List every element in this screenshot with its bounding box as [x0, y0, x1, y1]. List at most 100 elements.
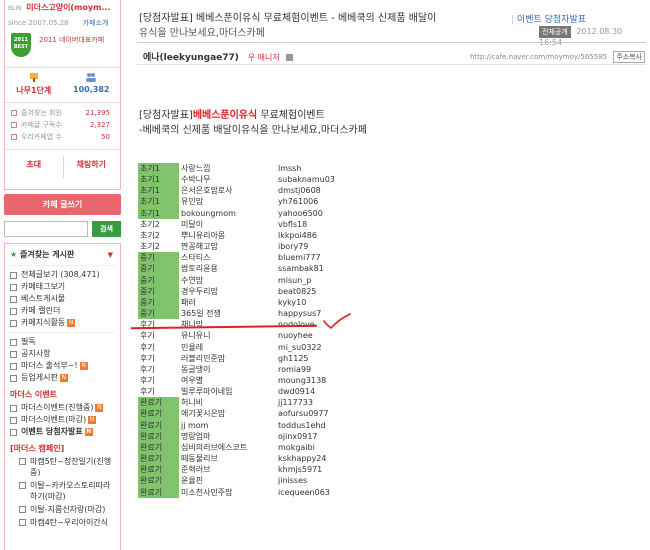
- stats-row: 나무1단계 100,382: [5, 67, 120, 103]
- level-value: 나무1단계: [16, 86, 52, 95]
- post-url[interactable]: http://cafe.naver.com/moymoy/565595: [470, 53, 607, 61]
- winner-id: dwd0914: [278, 387, 316, 397]
- board-item[interactable]: 카페지식활동 N: [10, 317, 115, 329]
- board-icon: [10, 339, 17, 346]
- meta-label: 우리카페앱 수: [21, 133, 62, 141]
- winner-row: 중기 수연맘 misun_p: [138, 274, 366, 286]
- board-item[interactable]: 마더스 출석부~! N: [10, 360, 115, 372]
- meta-value: 21,395: [85, 109, 111, 117]
- winner-group: 초기1: [138, 163, 179, 175]
- profile-icon[interactable]: [285, 54, 293, 61]
- campaign-item[interactable]: 마캠5탄~청찬일기(진행중): [10, 456, 115, 478]
- board-item[interactable]: 전체글보기 (308,471): [10, 269, 115, 281]
- winner-row: 완료기 윤율핀 jinisses: [138, 475, 366, 487]
- board-item[interactable]: 이벤트 당첨자발표 N: [10, 426, 115, 438]
- winner-nickname: 스타티스: [181, 253, 211, 263]
- winner-id: aofursu0977: [278, 409, 329, 419]
- winner-id: toddus1ehd: [278, 420, 326, 430]
- winner-nickname: 민율레: [181, 342, 204, 352]
- board-item[interactable]: 필독: [10, 336, 115, 348]
- winner-group: 중기: [138, 308, 179, 320]
- winner-group: 완료기: [138, 397, 179, 409]
- chevron-down-icon[interactable]: ▼: [108, 248, 113, 262]
- winner-group: 후기: [140, 364, 155, 374]
- winner-id: ssambak81: [278, 264, 324, 274]
- winner-row: 완료기 준혁러브 khmjs5971: [138, 464, 366, 476]
- winner-row: 후기 여우별 moung3138: [138, 375, 366, 386]
- author-nick[interactable]: 에나(leekyungae77): [143, 53, 239, 63]
- board-item-label: 이벤트 당첨자발표: [21, 427, 83, 436]
- board-item[interactable]: 공지사항: [10, 348, 115, 360]
- winner-nickname: 허니비: [181, 398, 204, 408]
- board-item[interactable]: 카페태그보기: [10, 281, 115, 293]
- new-badge-icon: N: [88, 415, 97, 424]
- cafe-name[interactable]: 미더스고양이(moym...: [26, 3, 110, 12]
- winner-group: 중기: [138, 296, 179, 309]
- winner-id: dmstj0608: [278, 186, 321, 196]
- star-icon: ★: [10, 250, 18, 259]
- search-button[interactable]: 검색: [92, 221, 121, 237]
- invite-button[interactable]: 초대: [5, 159, 63, 170]
- board-item[interactable]: 카페 캘린더: [10, 305, 115, 317]
- divider: |: [511, 15, 515, 25]
- winner-nickname: 윤율핀: [181, 476, 204, 486]
- post-category-link[interactable]: | 이벤트 당첨자발표: [511, 12, 586, 25]
- winner-group: 초기1: [138, 196, 179, 208]
- level-stat[interactable]: 나무1단계: [5, 68, 63, 102]
- search-input[interactable]: [4, 221, 88, 237]
- award-badge-icon: 2011 BEST: [11, 33, 31, 57]
- board-item-label: 카페 캘린더: [21, 306, 61, 315]
- post-category[interactable]: 이벤트 당첨자발표: [517, 15, 586, 25]
- campaign-item[interactable]: 마캠4탄~우리아이간식: [10, 517, 115, 528]
- write-post-button[interactable]: 카페 글쓰기: [4, 194, 121, 215]
- board-item-label: 카페지식활동: [21, 318, 66, 327]
- board-item[interactable]: 등업게시판 N: [10, 372, 115, 384]
- board-icon: [19, 519, 26, 526]
- board-item[interactable]: 마더스이벤트(진행중) N: [10, 402, 115, 414]
- since-date: since 2007.05.28: [8, 19, 69, 27]
- post-title-cont: 유식을 만나보세요,마더스카페: [139, 28, 265, 39]
- winner-row: 초기2 미달이 vbfls18: [138, 219, 366, 230]
- divider: [10, 265, 115, 266]
- winner-id: beat0825: [278, 286, 317, 296]
- winner-row: 후기 민율레 mi_su0322: [138, 342, 366, 353]
- winner-group: 후기: [140, 353, 155, 363]
- post-title-main: 베베스푼이유식 무료체험이벤트 - 베베쿡의 신제품 배달이: [196, 13, 437, 24]
- campaign-item-label: 마캠5탄~청찬일기(진행중): [30, 457, 112, 477]
- cafe-name-row[interactable]: BLIN 미더스고양이(moym...: [5, 0, 120, 16]
- board-list: 전체글보기 (308,471) 카페태그보기 베스트게시물 카페 캘린더카페지식활동 N: [10, 269, 115, 329]
- campaign-item[interactable]: 이탈~카카오스토리따라하기(마감): [10, 480, 115, 502]
- board-item-label: 등업게시판: [21, 373, 58, 382]
- fav-boards-header[interactable]: ★ 즐겨찾는 게시판 ▼: [10, 248, 115, 262]
- winner-row: 완료기 jj mom toddus1ehd: [138, 419, 366, 431]
- winner-id: yh761006: [278, 197, 319, 207]
- cafe-meta-list: 즐겨찾는 회원 21,395 카페글 구독수 2,327 우리카페앱 수 50: [5, 103, 120, 147]
- award-label[interactable]: 2011 네이버대표카페: [39, 36, 104, 45]
- members-stat[interactable]: 100,382: [63, 68, 121, 102]
- winner-group: 초기2: [140, 230, 160, 240]
- campaign-item-label: 마캠4탄~우리아이간식: [30, 518, 109, 527]
- winner-id: happysus7: [278, 309, 322, 319]
- board-item[interactable]: 베스트게시물: [10, 293, 115, 305]
- winner-nickname: bokoungmom: [181, 208, 236, 218]
- winner-nickname: 뿌니유리아몽: [181, 230, 226, 240]
- board-item[interactable]: 마더스이벤트(마감) N: [10, 414, 115, 426]
- post-url-row: http://cafe.naver.com/moymoy/565595 주소복사: [470, 51, 646, 63]
- board-icon: [10, 272, 17, 279]
- winner-nickname: 수박나무: [181, 175, 211, 185]
- campaign-item[interactable]: 이탈-지름신자랑(마감): [10, 504, 115, 515]
- copy-url-button[interactable]: 주소복사: [613, 51, 646, 63]
- chat-button[interactable]: 채팅하기: [63, 159, 121, 170]
- invite-chat-row: 초대 채팅하기: [5, 149, 120, 183]
- winner-nickname: 경우두리맘: [181, 286, 218, 296]
- board-icon: [19, 506, 26, 513]
- visibility-badge: 전체공개: [539, 26, 571, 38]
- winner-group: 중기: [138, 274, 179, 286]
- winner-group: 후기: [140, 331, 155, 341]
- author-grade: 우 매니저: [247, 53, 280, 62]
- meta-favorites: 즐겨찾는 회원 21,395: [11, 107, 114, 119]
- cafe-intro-link[interactable]: 카페소개: [83, 19, 109, 27]
- meta-value: 2,327: [89, 121, 110, 129]
- body-event: 무료체험이벤트: [260, 110, 325, 121]
- divider: [10, 332, 115, 333]
